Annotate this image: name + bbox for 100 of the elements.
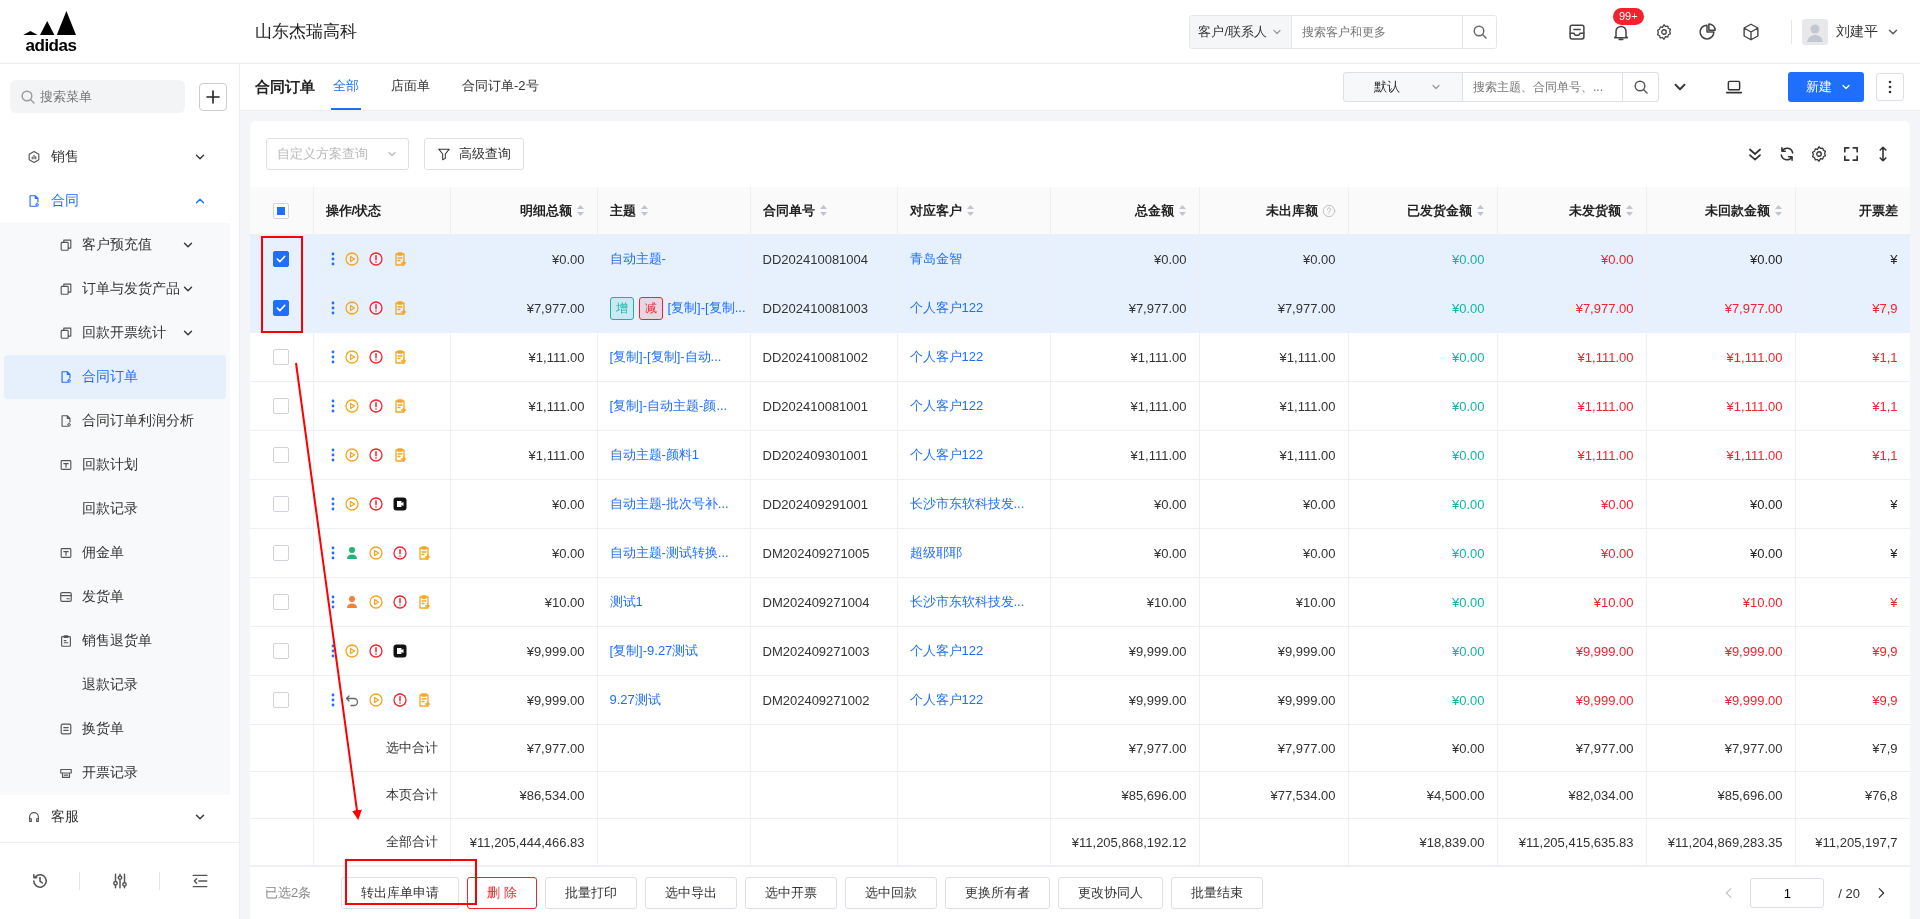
table-link[interactable]: 自动主题- [609, 250, 666, 268]
column-header[interactable]: 未回款金额 [1704, 201, 1770, 220]
action-button[interactable]: 选中开票 [744, 877, 837, 909]
play-icon[interactable] [367, 594, 384, 610]
row-checkbox[interactable] [273, 300, 290, 317]
play-icon[interactable] [367, 545, 384, 561]
search-scope-dropdown[interactable]: 客户/联系人 [1190, 15, 1292, 48]
table-link[interactable]: 个人客户122 [909, 642, 984, 660]
sidebar-item[interactable]: 发货单 [4, 575, 226, 619]
table-link[interactable]: [复制]-[复制]-自动... [609, 348, 722, 366]
play-icon[interactable] [343, 349, 360, 365]
more-icon[interactable] [329, 545, 336, 561]
alert-icon[interactable] [391, 594, 408, 610]
table-link[interactable]: 自动主题-颜料1 [609, 446, 700, 464]
settings-icon[interactable] [1655, 22, 1673, 41]
delete-button[interactable]: 删 除 [467, 877, 537, 909]
view-select[interactable]: 默认 [1343, 72, 1463, 102]
sidebar-item[interactable]: 客服 [0, 795, 239, 839]
sidebar-item[interactable]: 回款开票统计 [4, 311, 226, 355]
tab[interactable]: 全部 [331, 64, 361, 110]
sidebar-item[interactable]: 销售 [0, 135, 239, 179]
column-header[interactable]: 合同单号 [762, 201, 815, 220]
tab[interactable]: 店面单 [389, 64, 432, 110]
alert-icon[interactable] [391, 545, 408, 561]
page-input[interactable]: 1 [1750, 878, 1825, 908]
action-button[interactable]: 转出库单申请 [341, 877, 460, 909]
more-icon[interactable] [329, 349, 336, 365]
alert-icon[interactable] [367, 398, 384, 414]
action-button[interactable]: 批量打印 [544, 877, 637, 909]
search-button[interactable] [1623, 72, 1659, 102]
action-button[interactable]: 选中回款 [844, 877, 937, 909]
laptop-icon[interactable] [1725, 78, 1743, 96]
alert-icon[interactable] [367, 251, 384, 267]
action-button[interactable]: 选中导出 [644, 877, 737, 909]
settings-icon[interactable] [1810, 145, 1828, 163]
inbox-icon[interactable] [1567, 21, 1587, 42]
column-header[interactable]: 已发货金额 [1406, 201, 1472, 220]
play-icon[interactable] [343, 398, 360, 414]
fullscreen-icon[interactable] [1842, 145, 1860, 163]
alert-icon[interactable] [367, 300, 384, 316]
select-all-checkbox[interactable] [273, 202, 290, 219]
table-link[interactable]: 个人客户122 [909, 299, 984, 317]
more-icon[interactable] [329, 398, 336, 414]
more-icon[interactable] [329, 251, 336, 267]
play-icon[interactable] [367, 692, 384, 708]
alert-icon[interactable] [367, 447, 384, 463]
sidebar-item[interactable]: 订单与发货产品 [4, 267, 226, 311]
column-header[interactable]: 总金额 [1134, 201, 1174, 220]
more-icon[interactable] [329, 300, 336, 316]
menu-search-input[interactable]: 搜索菜单 [40, 89, 170, 104]
table-link[interactable]: 自动主题-测试转换... [609, 544, 729, 562]
menu-search-field[interactable]: 搜索菜单 [10, 80, 185, 113]
column-header[interactable]: 未发货额 [1568, 201, 1621, 220]
table-link[interactable]: [复制]-9.27测试 [609, 642, 699, 660]
column-header[interactable]: 对应客户 [909, 201, 962, 220]
more-icon[interactable] [329, 447, 336, 463]
search-bar[interactable]: 客户/联系人 搜索客户和更多 [1189, 14, 1497, 49]
table-link[interactable]: 个人客户122 [909, 397, 984, 415]
table-link[interactable]: 个人客户122 [909, 348, 984, 366]
new-button[interactable]: 新建 [1788, 72, 1864, 102]
collapse-menu-icon[interactable] [190, 872, 209, 890]
sidebar-item[interactable]: 合同订单 [4, 355, 226, 399]
sidebar-item[interactable]: 合同 [0, 179, 239, 223]
play-icon[interactable] [343, 447, 360, 463]
pie-chart-icon[interactable] [1697, 21, 1717, 42]
table-link[interactable]: [复制]-自动主题-颜... [609, 397, 728, 415]
search-field[interactable]: 搜索主题、合同单号、... [1463, 72, 1623, 102]
table-link[interactable]: 个人客户122 [909, 446, 984, 464]
table-link[interactable]: 超级耶耶 [909, 544, 962, 562]
table-link[interactable]: 个人客户122 [909, 691, 984, 709]
sidebar-item[interactable]: 销售退货单 [4, 619, 226, 663]
table-link[interactable]: 长沙市东软科技发... [909, 593, 1025, 611]
more-icon[interactable] [329, 496, 336, 512]
more-icon[interactable] [329, 643, 336, 659]
sliders-icon[interactable] [110, 872, 129, 890]
alert-icon[interactable] [391, 692, 408, 708]
sidebar-item[interactable]: 退款记录 [4, 663, 226, 707]
alert-icon[interactable] [367, 349, 384, 365]
action-button[interactable]: 更改协同人 [1057, 877, 1163, 909]
sidebar-item[interactable]: 佣金单 [4, 531, 226, 575]
search-button[interactable] [1462, 15, 1496, 48]
table-link[interactable]: 9.27测试 [609, 691, 661, 709]
alert-icon[interactable] [367, 496, 384, 512]
record-icon[interactable] [391, 496, 408, 512]
table-link[interactable]: 长沙市东软科技发... [909, 495, 1025, 513]
tab[interactable]: 合同订单-2号 [460, 64, 541, 110]
column-header[interactable]: 主题 [609, 201, 636, 220]
record-icon[interactable] [391, 643, 408, 659]
sidebar-item[interactable]: 合同订单利润分析 [4, 399, 226, 443]
user-name[interactable]: 刘建平 [1836, 22, 1878, 41]
play-icon[interactable] [343, 496, 360, 512]
sidebar-item[interactable]: 客户预充值 [4, 223, 226, 267]
alert-icon[interactable] [367, 643, 384, 659]
sidebar-item[interactable]: 回款记录 [4, 487, 226, 531]
play-icon[interactable] [343, 643, 360, 659]
more-icon[interactable] [329, 692, 336, 708]
sidebar-item[interactable]: 回款计划 [4, 443, 226, 487]
action-button[interactable]: 批量结束 [1170, 877, 1263, 909]
column-header[interactable]: 明细总额 [519, 201, 572, 220]
table-link[interactable]: [复制]-[复制... [667, 299, 746, 317]
